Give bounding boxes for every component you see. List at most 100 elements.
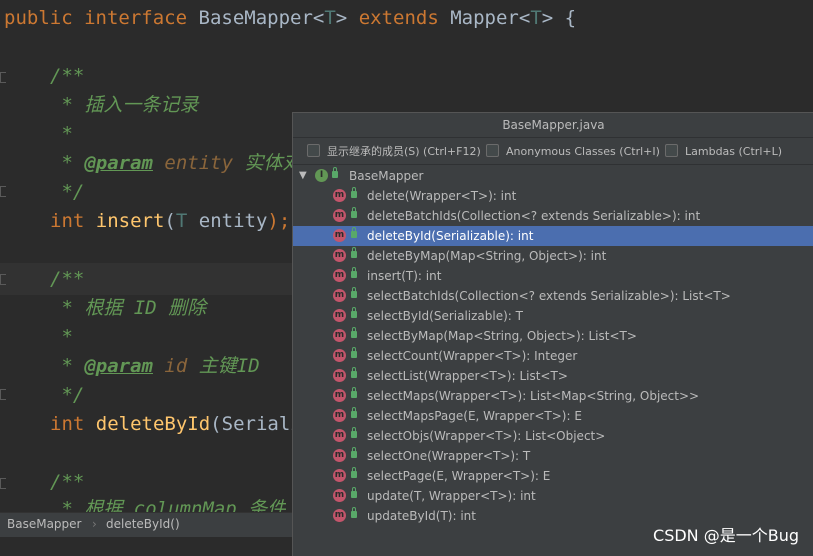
tree-member-item[interactable]: m deleteById(Serializable): int	[293, 226, 813, 246]
editor-bottom-area	[0, 537, 292, 555]
type-bracket: >	[541, 7, 554, 29]
type-bracket: <	[312, 7, 325, 29]
show-inherited-checkbox[interactable]: 显示继承的成员(S) (Ctrl+F12)	[307, 144, 481, 160]
checkbox-icon[interactable]	[486, 144, 499, 157]
public-lock-icon	[351, 367, 357, 378]
fold-marker-icon[interactable]	[0, 72, 6, 83]
fold-marker-icon[interactable]	[0, 186, 6, 197]
tree-member-item[interactable]: m selectPage(E, Wrapper<T>): E	[293, 466, 813, 486]
param-tag: @param	[84, 152, 153, 174]
tree-member-item[interactable]: m selectById(Serializable): T	[293, 306, 813, 326]
doc-comment-param: * @param id 主键ID	[50, 350, 260, 382]
doc-star: *	[50, 297, 85, 319]
doc-comment-line: * 根据 columnMap 条件	[50, 498, 287, 512]
param-type: T	[175, 210, 188, 232]
tree-item-label: deleteByMap(Map<String, Object>): int	[367, 249, 607, 263]
method-icon: m	[333, 409, 346, 422]
public-lock-icon	[351, 427, 357, 438]
tree-item-label: selectByMap(Map<String, Object>): List<T…	[367, 329, 637, 343]
file-structure-popup[interactable]: BaseMapper.java 显示继承的成员(S) (Ctrl+F12) An…	[292, 112, 813, 556]
doc-comment-param: * @param entity 实体对	[50, 147, 301, 179]
fold-marker-icon[interactable]	[0, 274, 6, 285]
tree-item-label: selectById(Serializable): T	[367, 309, 523, 323]
param-name: entity	[164, 152, 234, 174]
public-lock-icon	[351, 487, 357, 498]
tree-member-item[interactable]: m selectMaps(Wrapper<T>): List<Map<String…	[293, 386, 813, 406]
breadcrumb-separator-icon: ›	[92, 517, 97, 531]
tree-member-item[interactable]: m delete(Wrapper<T>): int	[293, 186, 813, 206]
method-icon: m	[333, 289, 346, 302]
type-param: T	[530, 7, 542, 29]
checkbox-label: Lambdas (Ctrl+L)	[685, 145, 783, 158]
tree-item-label: BaseMapper	[349, 169, 424, 183]
tree-member-item[interactable]: m deleteByMap(Map<String, Object>): int	[293, 246, 813, 266]
popup-options-bar: 显示继承的成员(S) (Ctrl+F12) Anonymous Classes …	[293, 138, 813, 165]
param-desc: 主键ID	[198, 355, 260, 377]
popup-title: BaseMapper.java	[293, 113, 813, 138]
doc-comment-line: *	[50, 123, 73, 145]
tree-item-label: selectPage(E, Wrapper<T>): E	[367, 469, 551, 483]
expand-triangle-icon[interactable]: ▼	[299, 166, 307, 186]
tree-member-item[interactable]: m update(T, Wrapper<T>): int	[293, 486, 813, 506]
public-lock-icon	[351, 227, 357, 238]
method-icon: m	[333, 429, 346, 442]
param-tag: @param	[84, 355, 153, 377]
public-lock-icon	[351, 287, 357, 298]
checkbox-icon[interactable]	[665, 144, 678, 157]
tree-item-label: insert(T): int	[367, 269, 442, 283]
tree-member-item[interactable]: m selectObjs(Wrapper<T>): List<Object>	[293, 426, 813, 446]
tree-item-label: selectMapsPage(E, Wrapper<T>): E	[367, 409, 582, 423]
tree-member-item[interactable]: m insert(T): int	[293, 266, 813, 286]
keyword: extends	[358, 7, 439, 29]
tree-item-label: selectObjs(Wrapper<T>): List<Object>	[367, 429, 606, 443]
code-line-delete: int deleteById(Seriali	[50, 408, 302, 440]
doc-comment-line: * 插入一条记录	[50, 89, 198, 121]
method-name: deleteById	[95, 413, 211, 435]
tree-member-item[interactable]: m selectList(Wrapper<T>): List<T>	[293, 366, 813, 386]
tree-item-label: selectList(Wrapper<T>): List<T>	[367, 369, 568, 383]
keyword: public	[4, 7, 73, 29]
checkbox-label: Anonymous Classes (Ctrl+I)	[506, 145, 660, 158]
tree-item-label: update(T, Wrapper<T>): int	[367, 489, 536, 503]
tree-member-item[interactable]: m deleteBatchIds(Collection<? extends Ser…	[293, 206, 813, 226]
checkbox-icon[interactable]	[307, 144, 320, 157]
method-icon: m	[333, 309, 346, 322]
lambdas-checkbox[interactable]: Lambdas (Ctrl+L)	[665, 144, 782, 160]
interface-name: BaseMapper	[198, 7, 313, 29]
tree-member-item[interactable]: m selectMapsPage(E, Wrapper<T>): E	[293, 406, 813, 426]
keyword: interface	[84, 7, 188, 29]
statement-end: );	[267, 210, 291, 232]
tree-member-item[interactable]: m selectCount(Wrapper<T>): Integer	[293, 346, 813, 366]
breadcrumb-item-method[interactable]: deleteById()	[106, 517, 180, 531]
tree-item-label: deleteBatchIds(Collection<? extends Seri…	[367, 209, 701, 223]
doc-comment-close: */	[50, 181, 85, 203]
method-icon: m	[333, 369, 346, 382]
public-lock-icon	[351, 347, 357, 358]
public-lock-icon	[351, 407, 357, 418]
brace: {	[553, 7, 577, 29]
fold-marker-icon[interactable]	[0, 478, 6, 489]
tree-root-item[interactable]: ▼ I BaseMapper	[293, 166, 813, 186]
public-lock-icon	[351, 327, 357, 338]
method-icon: m	[333, 389, 346, 402]
method-icon: m	[333, 509, 346, 522]
tree-member-item[interactable]: m selectOne(Wrapper<T>): T	[293, 446, 813, 466]
tree-member-item[interactable]: m selectBatchIds(Collection<? extends Ser…	[293, 286, 813, 306]
type-param: T	[324, 7, 336, 29]
method-icon: m	[333, 489, 346, 502]
watermark-text: CSDN @是一个Bug	[653, 526, 799, 545]
anonymous-classes-checkbox[interactable]: Anonymous Classes (Ctrl+I)	[486, 144, 660, 160]
breadcrumb-item-class[interactable]: BaseMapper	[7, 517, 81, 531]
param-name: id	[164, 355, 188, 377]
public-lock-icon	[351, 507, 357, 518]
tree-member-item[interactable]: m selectByMap(Map<String, Object>): List<…	[293, 326, 813, 346]
code-line-insert: int insert(T entity);	[50, 205, 290, 237]
param-name: entity	[187, 210, 268, 232]
parent-interface: Mapper	[450, 7, 519, 29]
public-lock-icon	[351, 447, 357, 458]
doc-comment-open: /**	[50, 65, 85, 87]
type-bracket: <	[518, 7, 531, 29]
fold-marker-icon[interactable]	[0, 389, 6, 400]
method-icon: m	[333, 249, 346, 262]
doc-comment-line: *	[50, 326, 73, 348]
